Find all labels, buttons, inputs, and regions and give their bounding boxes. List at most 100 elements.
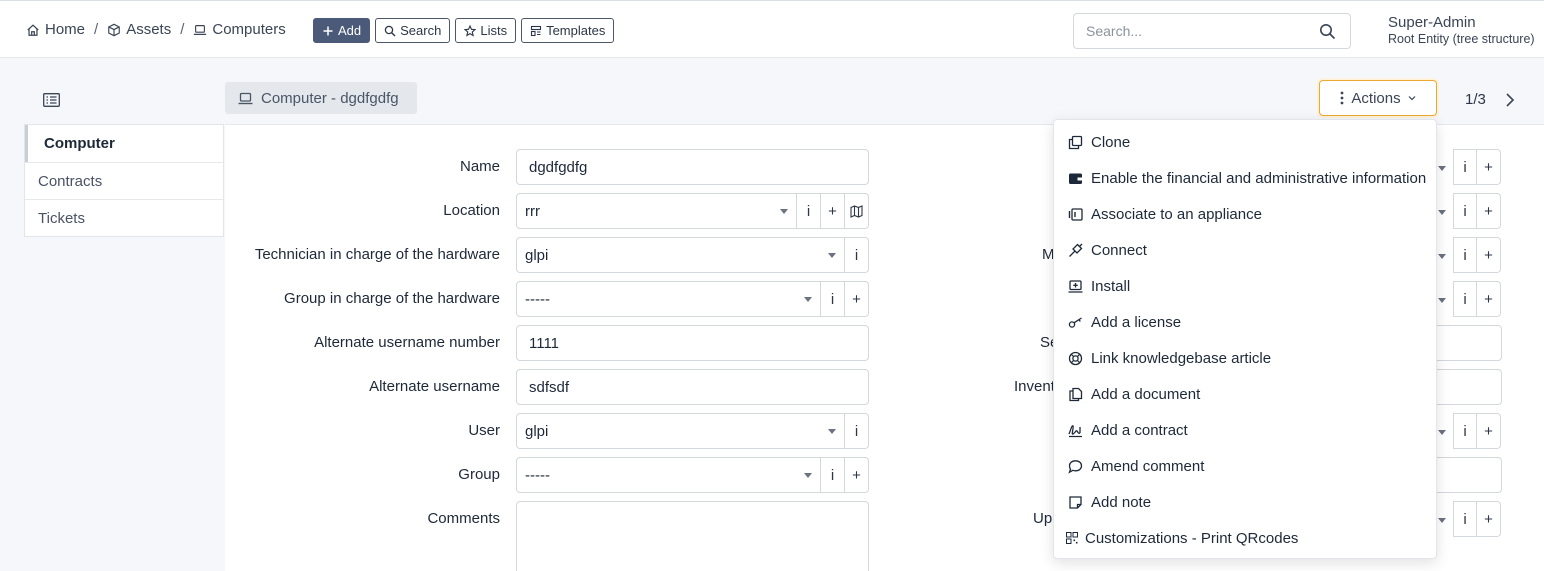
- group-tech-add-button[interactable]: +: [845, 281, 869, 317]
- chevron-down-icon: [1438, 298, 1446, 303]
- list-view-icon[interactable]: [43, 93, 60, 107]
- right-text-field[interactable]: [1434, 325, 1502, 361]
- plus-icon: [323, 26, 333, 35]
- chevron-down-icon: [780, 209, 788, 214]
- group-tech-info-button[interactable]: i: [821, 281, 845, 317]
- location-value: rrr: [525, 203, 540, 220]
- right-add-button[interactable]: +: [1477, 281, 1501, 317]
- menu-item-clone[interactable]: Clone: [1054, 124, 1436, 160]
- menu-item-label: Connect: [1091, 241, 1147, 259]
- right-info-button[interactable]: i: [1453, 149, 1477, 185]
- breadcrumb-home-label: Home: [45, 21, 86, 38]
- menu-item-install[interactable]: Install: [1054, 268, 1436, 304]
- alt-username-value: sdfsdf: [529, 379, 570, 396]
- tab-tickets[interactable]: Tickets: [25, 199, 223, 236]
- technician-info-button[interactable]: i: [845, 237, 869, 273]
- next-item-icon[interactable]: [1503, 92, 1517, 108]
- alt-number-value: 1111: [529, 335, 560, 352]
- search-button[interactable]: Search: [375, 18, 451, 43]
- right-info-button[interactable]: i: [1453, 413, 1477, 449]
- location-select[interactable]: rrr: [516, 193, 797, 229]
- location-label: Location: [443, 202, 500, 219]
- menu-item-label: Amend comment: [1091, 457, 1205, 475]
- global-search-input[interactable]: Search...: [1073, 13, 1351, 49]
- right-add-button[interactable]: +: [1477, 193, 1501, 229]
- right-text-field[interactable]: [1434, 369, 1502, 405]
- user-info-button[interactable]: i: [845, 413, 869, 449]
- search-icon[interactable]: [1319, 23, 1336, 40]
- right-info-button[interactable]: i: [1453, 237, 1477, 273]
- actions-button[interactable]: Actions: [1319, 80, 1437, 116]
- right-add-button[interactable]: +: [1477, 237, 1501, 273]
- location-add-button[interactable]: +: [821, 193, 845, 229]
- tab-computer[interactable]: Computer: [25, 125, 223, 162]
- tab-contracts[interactable]: Contracts: [25, 162, 223, 199]
- menu-item-document[interactable]: Add a document: [1054, 376, 1436, 412]
- breadcrumb-home[interactable]: Home: [26, 21, 85, 38]
- star-icon: [464, 24, 477, 37]
- plus-icon: +: [1484, 290, 1493, 308]
- breadcrumb-computers-label: Computers: [212, 21, 286, 38]
- menu-item-contract[interactable]: Add a contract: [1054, 412, 1436, 448]
- user-value: glpi: [525, 423, 549, 440]
- lists-button[interactable]: Lists: [455, 18, 517, 43]
- box-icon: [108, 23, 121, 36]
- breadcrumb-assets[interactable]: Assets: [107, 21, 171, 38]
- breadcrumb-computers[interactable]: Computers: [193, 21, 286, 38]
- menu-item-knowledgebase[interactable]: Link knowledgebase article: [1054, 340, 1436, 376]
- group-add-button[interactable]: +: [845, 457, 869, 493]
- right-add-button[interactable]: +: [1477, 413, 1501, 449]
- add-button[interactable]: Add: [313, 18, 371, 43]
- menu-item-connect[interactable]: Connect: [1054, 232, 1436, 268]
- group-select[interactable]: -----: [516, 457, 821, 493]
- chevron-down-icon: [828, 429, 836, 434]
- right-info-button[interactable]: i: [1453, 281, 1477, 317]
- menu-item-license[interactable]: Add a license: [1054, 304, 1436, 340]
- right-add-button[interactable]: +: [1477, 501, 1501, 537]
- menu-item-amend-comment[interactable]: Amend comment: [1054, 448, 1436, 484]
- menu-item-financial[interactable]: Enable the financial and administrative …: [1054, 160, 1436, 196]
- menu-item-label: Install: [1091, 277, 1131, 295]
- search-button-label: Search: [400, 23, 442, 38]
- add-button-label: Add: [338, 23, 362, 38]
- comments-textarea[interactable]: [516, 501, 869, 571]
- right-info-button[interactable]: i: [1453, 193, 1477, 229]
- item-title-text: Computer - dgdfgdfg: [261, 89, 399, 107]
- user-menu[interactable]: Super-Admin Root Entity (tree structure): [1388, 14, 1535, 48]
- templates-button[interactable]: Templates: [521, 18, 615, 43]
- right-add-button[interactable]: +: [1477, 149, 1501, 185]
- menu-item-qrcodes[interactable]: Customizations - Print QRcodes: [1054, 520, 1436, 556]
- menu-item-label: Associate to an appliance: [1091, 205, 1262, 223]
- comments-label: Comments: [427, 510, 500, 527]
- chevron-down-icon: [1438, 254, 1446, 259]
- plus-icon: +: [1484, 422, 1493, 440]
- location-info-button[interactable]: i: [797, 193, 821, 229]
- chevron-down-icon: [804, 297, 812, 302]
- chevron-down-icon: [1438, 430, 1446, 435]
- chevron-down-icon: [1408, 96, 1416, 101]
- right-info-button[interactable]: i: [1453, 501, 1477, 537]
- user-select[interactable]: glpi: [516, 413, 845, 449]
- menu-item-appliance[interactable]: Associate to an appliance: [1054, 196, 1436, 232]
- right-text-field[interactable]: [1434, 457, 1502, 493]
- group-tech-select[interactable]: -----: [516, 281, 821, 317]
- wallet-icon: [1069, 173, 1082, 184]
- item-pager: 1/3: [1465, 91, 1486, 108]
- map-icon: [850, 204, 863, 218]
- toolbar: Add Search Lists Templates: [313, 18, 615, 43]
- name-field[interactable]: dgdfgdfg: [516, 149, 869, 185]
- info-icon: i: [854, 422, 859, 440]
- top-header: Home / Assets / Computers Add Search Lis…: [0, 0, 1544, 58]
- location-map-button[interactable]: [845, 193, 869, 229]
- technician-select[interactable]: glpi: [516, 237, 845, 273]
- menu-item-label: Clone: [1091, 133, 1131, 151]
- chevron-down-icon: [804, 473, 812, 478]
- alt-username-field[interactable]: sdfsdf: [516, 369, 869, 405]
- plus-icon: +: [1484, 202, 1493, 220]
- menu-item-add-note[interactable]: Add note: [1054, 484, 1436, 520]
- group-info-button[interactable]: i: [821, 457, 845, 493]
- info-icon: i: [1463, 158, 1467, 176]
- laptop-icon: [194, 24, 207, 35]
- alt-number-field[interactable]: 1111: [516, 325, 869, 361]
- group-value: -----: [525, 467, 550, 484]
